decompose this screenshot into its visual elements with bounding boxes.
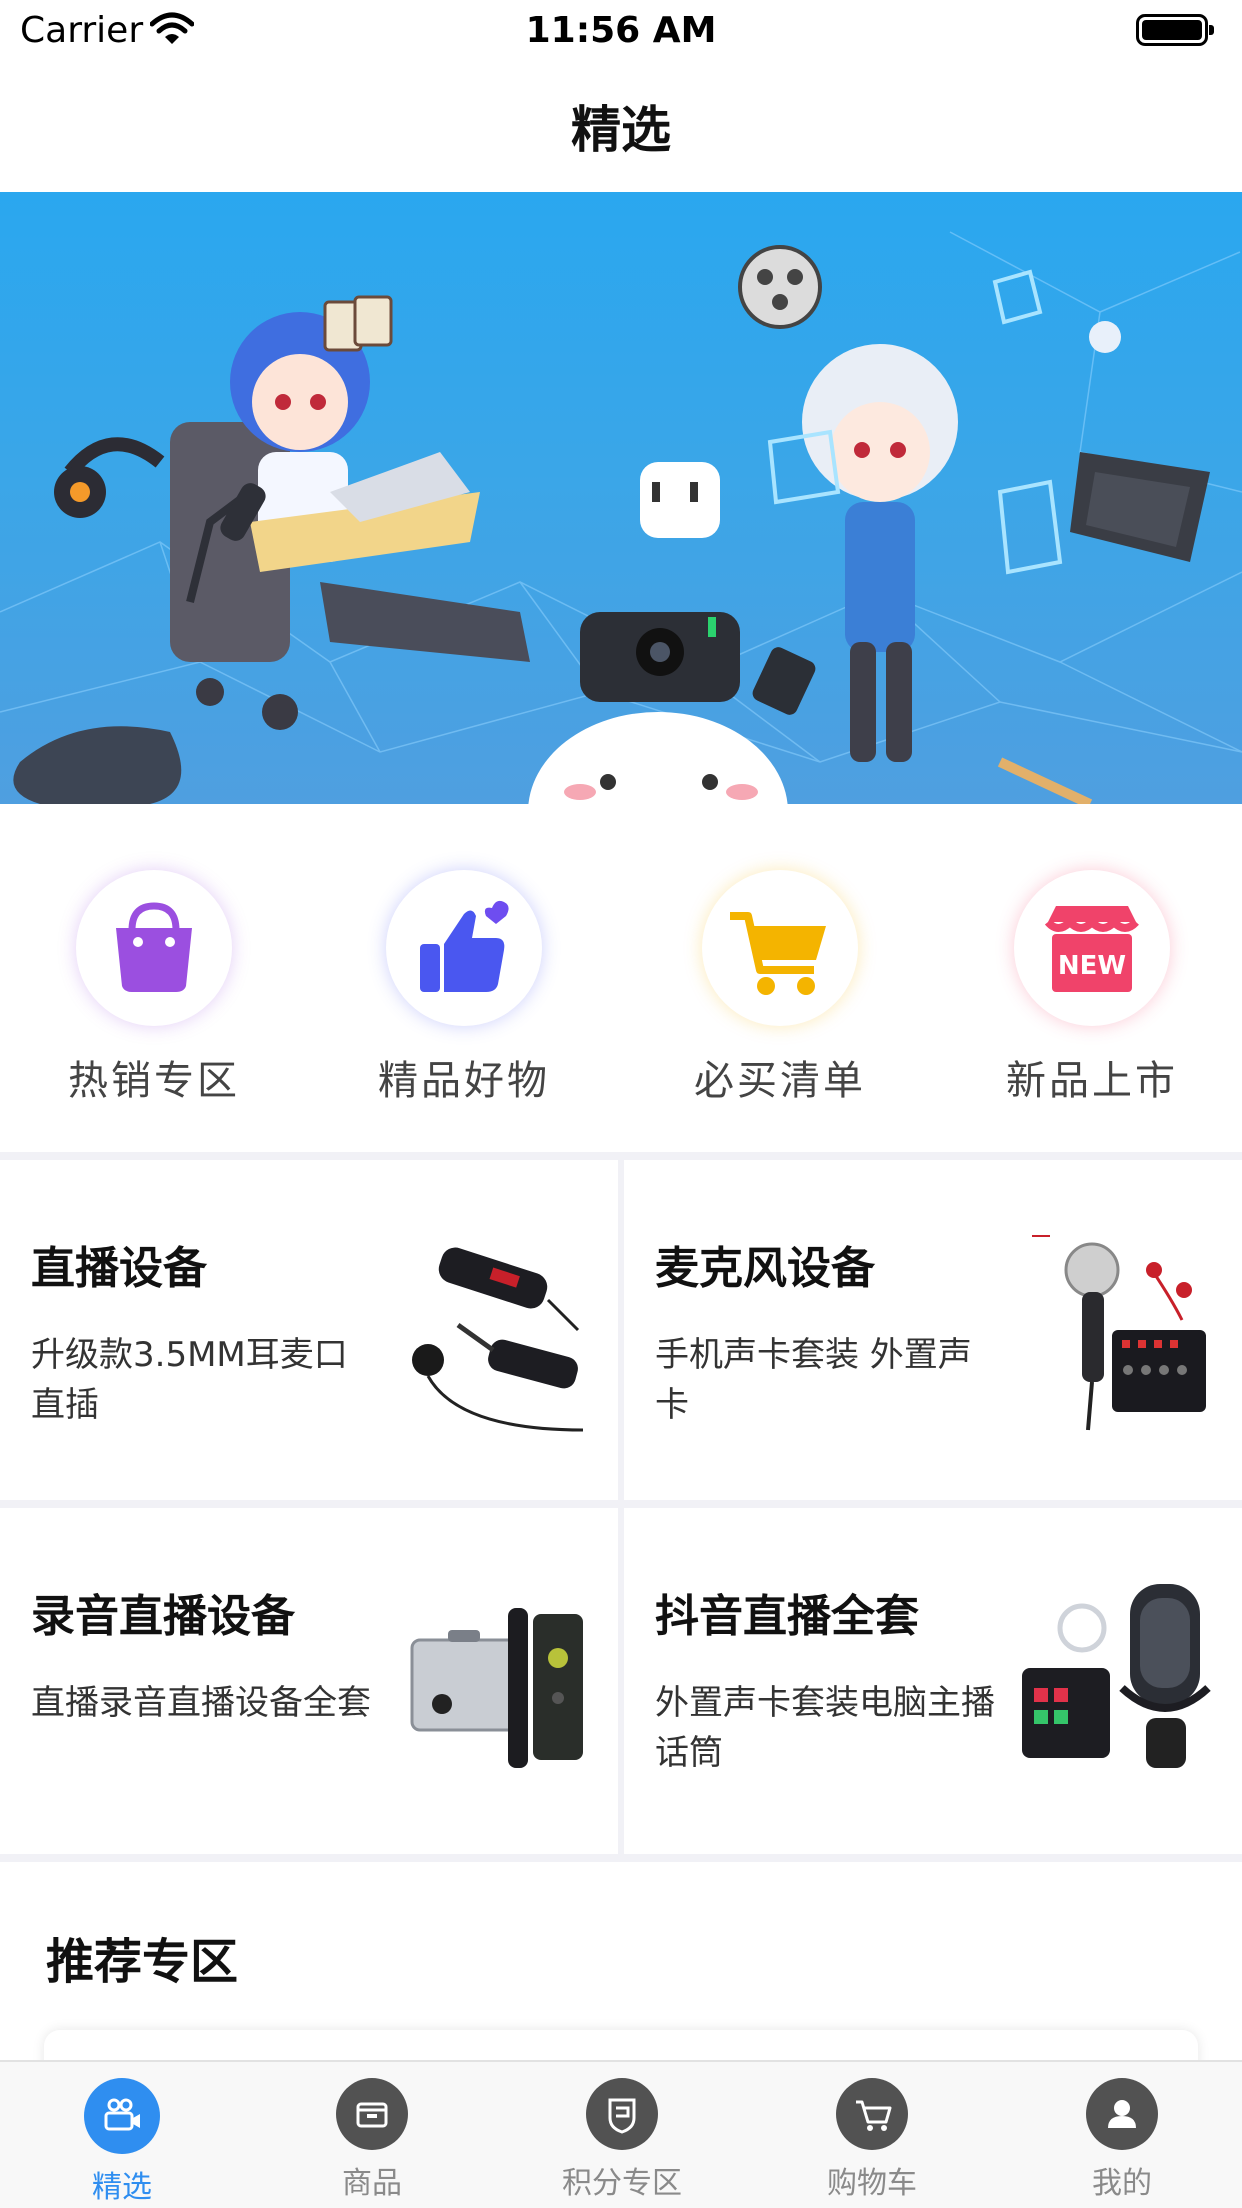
quick-item-new-arrivals[interactable]: NEW 新品上市 <box>972 870 1212 1106</box>
svg-text:NEW: NEW <box>1058 951 1126 981</box>
tab-label: 我的 <box>1092 2166 1152 2201</box>
wireless-mic-image <box>412 1247 584 1432</box>
user-icon <box>1086 2078 1158 2150</box>
box-icon <box>336 2078 408 2150</box>
card-title: 抖音直播全套 <box>655 1591 919 1642</box>
new-store-icon: NEW <box>1014 870 1170 1026</box>
battery-icon <box>1136 14 1214 46</box>
banner-illustration <box>0 231 1242 804</box>
tab-label: 积分专区 <box>562 2166 682 2201</box>
recording-kit-image <box>410 1608 583 1768</box>
page-title: 精选 <box>571 101 671 159</box>
tab-me[interactable]: 我的 <box>1022 2078 1222 2202</box>
section-divider <box>0 1152 1242 1160</box>
section-divider <box>0 1854 1242 1862</box>
card-title: 录音直播设备 <box>31 1591 295 1642</box>
product-card-live-equipment[interactable]: 直播设备 升级款3.5MM耳麦口直插 <box>0 1160 618 1500</box>
quick-item-must-buy[interactable]: 必买清单 <box>660 870 900 1106</box>
mic-soundcard-image <box>1032 1235 1206 1431</box>
tab-label: 购物车 <box>827 2166 917 2201</box>
card-title: 麦克风设备 <box>655 1243 875 1294</box>
shopping-bag-icon <box>76 870 232 1026</box>
tab-points[interactable]: 积分专区 <box>522 2078 722 2202</box>
clock: 11:56 AM <box>525 10 717 51</box>
tab-label: 商品 <box>342 2166 402 2201</box>
tab-products[interactable]: 商品 <box>272 2078 472 2202</box>
cart-icon <box>836 2078 908 2150</box>
card-title: 直播设备 <box>31 1243 207 1294</box>
shield-icon <box>586 2078 658 2150</box>
tab-bar: 精选 商品 积分专区 购物车 我的 <box>0 2060 1242 2208</box>
quick-item-quality-goods[interactable]: 精品好物 <box>344 870 584 1106</box>
card-desc: 直播录音直播设备全套 <box>31 1683 371 1723</box>
grid-row-divider <box>0 1500 1242 1508</box>
card-desc: 手机声卡套装 外置声卡 <box>655 1335 972 1425</box>
card-desc: 外置声卡套装电脑主播话筒 <box>655 1683 995 1773</box>
quick-label: 热销专区 <box>68 1058 240 1104</box>
promo-banner[interactable] <box>0 192 1242 804</box>
tab-label: 精选 <box>92 2170 152 2205</box>
camera-icon <box>84 2078 160 2154</box>
recommend-section-title: 推荐专区 <box>46 1934 239 1990</box>
tab-featured[interactable]: 精选 <box>22 2078 222 2206</box>
product-card-douyin-live-set[interactable]: 抖音直播全套 外置声卡套装电脑主播话筒 <box>624 1508 1242 1848</box>
quick-label: 必买清单 <box>694 1058 866 1104</box>
card-desc: 升级款3.5MM耳麦口直插 <box>31 1335 348 1425</box>
thumbs-up-icon <box>386 870 542 1026</box>
status-bar: Carrier 11:56 AM <box>0 0 1242 62</box>
quick-label: 精品好物 <box>378 1058 550 1104</box>
quick-category-row: 热销专区 精品好物 必买清单 NEW 新品上市 <box>0 870 1242 1120</box>
cart-icon <box>702 870 858 1026</box>
quick-label: 新品上市 <box>1006 1058 1178 1104</box>
tab-cart[interactable]: 购物车 <box>772 2078 972 2202</box>
product-card-microphone[interactable]: 麦克风设备 手机声卡套装 外置声卡 <box>624 1160 1242 1500</box>
product-card-recording-equipment[interactable]: 录音直播设备 直播录音直播设备全套 <box>0 1508 618 1848</box>
live-set-image <box>1022 1584 1211 1768</box>
quick-item-hot-sale[interactable]: 热销专区 <box>34 870 274 1106</box>
